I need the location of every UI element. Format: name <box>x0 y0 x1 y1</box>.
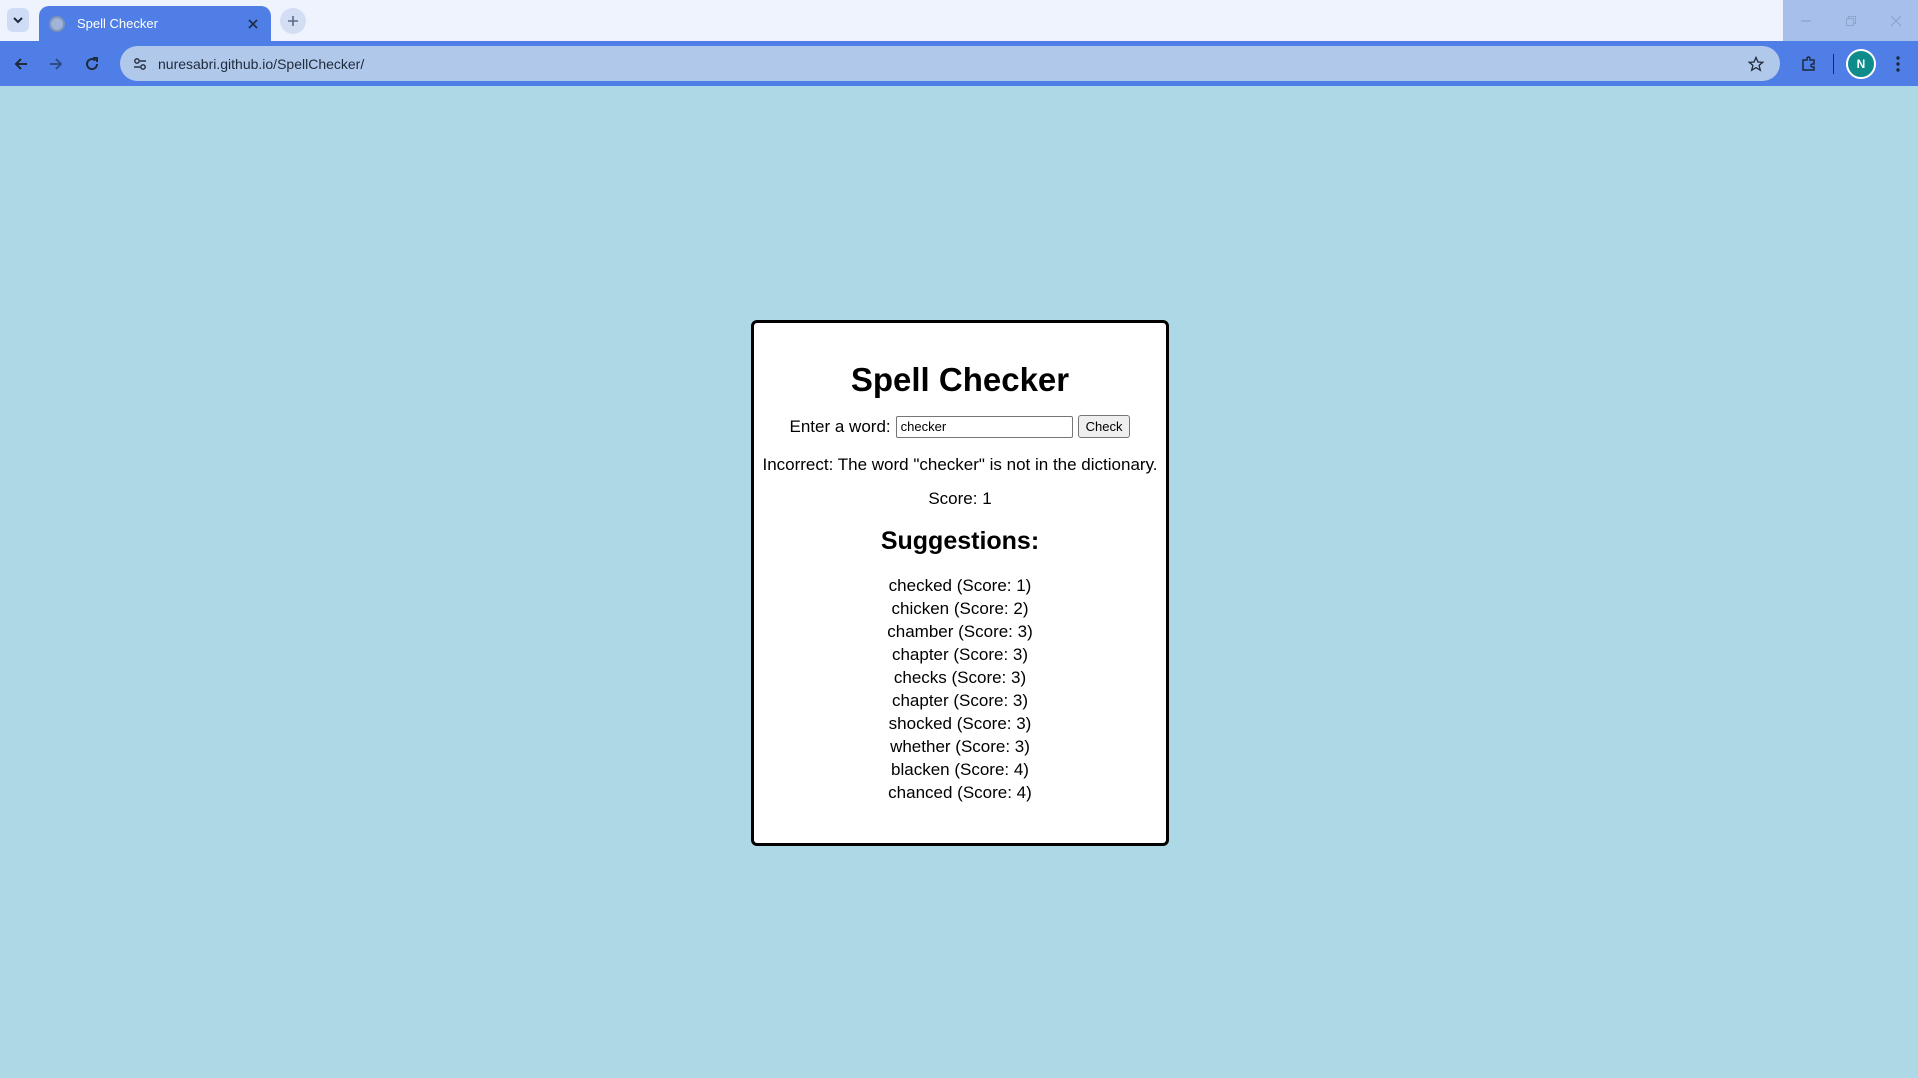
url-text: nuresabri.github.io/SpellChecker/ <box>158 55 365 72</box>
tab-title: Spell Checker <box>77 16 158 31</box>
star-icon <box>1748 55 1764 72</box>
globe-icon <box>49 15 65 32</box>
forward-button[interactable] <box>42 50 70 78</box>
reload-icon <box>86 57 99 71</box>
browser-toolbar: nuresabri.github.io/SpellChecker/ N <box>0 41 1918 86</box>
bookmark-button[interactable] <box>1742 50 1770 78</box>
page-title: Spell Checker <box>850 361 1070 398</box>
word-input[interactable] <box>895 415 1073 438</box>
toolbar-divider <box>1833 54 1834 74</box>
address-bar[interactable]: nuresabri.github.io/SpellChecker/ <box>120 46 1780 81</box>
suggestion-item: chanced (Score: 4) <box>888 783 1032 802</box>
close-window-button[interactable] <box>1873 0 1918 41</box>
back-button[interactable] <box>7 50 35 78</box>
minimize-icon <box>1800 19 1811 22</box>
word-input-row: Enter a word: Check <box>754 415 1166 438</box>
plus-icon <box>288 16 298 26</box>
suggestion-item: chapter (Score: 3) <box>891 691 1029 710</box>
browser-menu-button[interactable] <box>1886 50 1910 78</box>
tab-search-button[interactable] <box>7 8 29 32</box>
reload-button[interactable] <box>78 50 106 78</box>
page-viewport: Spell Checker Enter a word: Check Incorr… <box>0 86 1918 1078</box>
suggestion-item: blacken (Score: 4) <box>891 760 1029 779</box>
arrow-left-icon <box>14 58 27 70</box>
restore-icon <box>1845 15 1856 26</box>
new-tab-button[interactable] <box>280 8 306 34</box>
check-button[interactable]: Check <box>1077 415 1131 438</box>
suggestion-item: shocked (Score: 3) <box>888 714 1032 733</box>
tab-strip: Spell Checker <box>0 0 1918 41</box>
suggestions-list: checked (Score: 1) chicken (Score: 2) ch… <box>754 574 1166 804</box>
window-controls <box>1783 0 1918 41</box>
score-text: Score: 1 <box>928 489 992 508</box>
suggestion-item: checks (Score: 3) <box>893 668 1027 687</box>
word-input-label: Enter a word: <box>789 416 891 436</box>
puzzle-icon <box>1802 56 1815 71</box>
more-vertical-icon <box>1896 56 1900 72</box>
result-message: Incorrect: The word "checker" is not in … <box>762 455 1158 474</box>
tune-icon <box>134 57 146 70</box>
suggestion-item: chamber (Score: 3) <box>887 622 1033 641</box>
suggestion-item: checked (Score: 1) <box>888 576 1032 595</box>
suggestion-item: whether (Score: 3) <box>890 737 1030 756</box>
suggestions-title: Suggestions: <box>880 527 1040 555</box>
site-info-button[interactable] <box>128 52 152 76</box>
restore-button[interactable] <box>1828 0 1873 41</box>
extensions-button[interactable] <box>1795 50 1823 78</box>
suggestion-item: chapter (Score: 3) <box>891 645 1029 664</box>
arrow-right-icon <box>50 58 63 70</box>
tab-spell-checker[interactable]: Spell Checker <box>39 6 271 41</box>
spell-checker-card: Spell Checker Enter a word: Check Incorr… <box>751 320 1169 846</box>
minimize-button[interactable] <box>1783 0 1828 41</box>
profile-avatar[interactable]: N <box>1846 49 1876 79</box>
suggestion-item: chicken (Score: 2) <box>891 599 1029 618</box>
close-icon <box>1890 15 1901 26</box>
tab-close-button[interactable] <box>243 14 263 34</box>
chevron-down-icon <box>13 17 23 24</box>
close-icon <box>248 18 258 29</box>
